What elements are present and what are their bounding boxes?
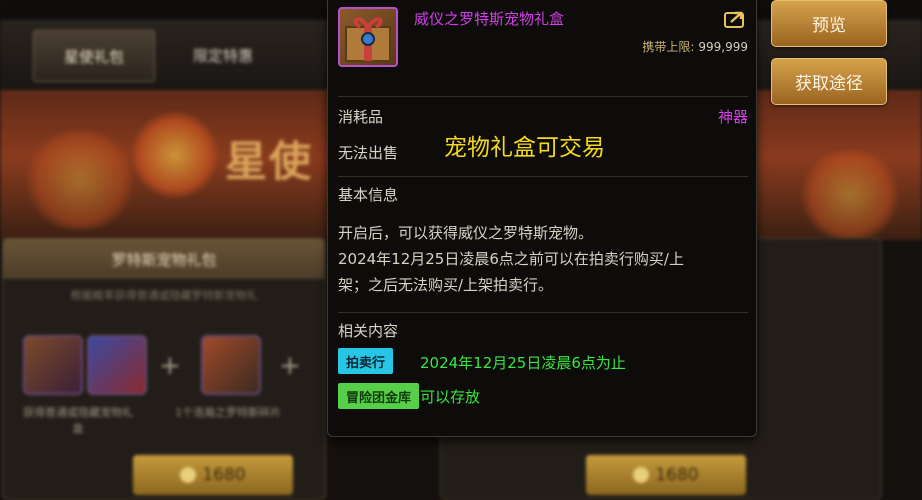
- item-type: 消耗品: [338, 108, 384, 126]
- right-banner: [755, 90, 922, 240]
- price-value: 1680: [655, 465, 699, 485]
- description-line: 开启后，可以获得威仪之罗特斯宠物。: [338, 224, 594, 242]
- tradable-note: 宠物礼盒可交易: [444, 135, 605, 161]
- pet-icon[interactable]: [87, 335, 147, 395]
- item-name: 威仪之罗特斯宠物礼盒: [414, 10, 565, 28]
- price-button[interactable]: 1680: [133, 455, 293, 495]
- card-title: 罗特斯宠物礼包: [3, 239, 325, 279]
- divider: [338, 96, 748, 97]
- carry-limit-value: 999,999: [698, 40, 748, 54]
- obtain-method-button[interactable]: 获取途径: [771, 58, 887, 105]
- auction-tag: 拍卖行: [338, 348, 394, 374]
- price-value: 1680: [202, 465, 246, 485]
- preview-button[interactable]: 预览: [771, 0, 887, 47]
- sell-status: 无法出售: [338, 144, 399, 162]
- fragment-icon[interactable]: [201, 335, 261, 395]
- vault-tag: 冒险团金库: [338, 383, 420, 409]
- pack-card-left: 罗特斯宠物礼包 根据概率获得普通或隐藏罗特斯宠物礼 + + 获得普通或隐藏宠物礼…: [2, 238, 326, 500]
- plus-icon: +: [159, 351, 181, 381]
- plus-icon: +: [279, 351, 301, 381]
- auction-text: 2024年12月25日凌晨6点为止: [420, 354, 626, 372]
- basic-info-title: 基本信息: [338, 186, 399, 204]
- banner-title: 星使: [225, 137, 314, 186]
- carry-limit-label: 携带上限:: [642, 40, 695, 54]
- slot-caption: 1个浩瀚之罗特斯碎片: [175, 406, 281, 419]
- divider: [338, 312, 748, 313]
- coin-icon: [180, 467, 197, 483]
- vault-text: 可以存放: [420, 388, 481, 406]
- item-description: 开启后，可以获得威仪之罗特斯宠物。 2024年12月25日凌晨6点之前可以在拍卖…: [338, 220, 743, 298]
- description-line: 2024年12月25日凌晨6点之前可以在拍卖行购买/上: [338, 250, 684, 268]
- item-category: 神器: [717, 108, 748, 126]
- tab-star-gift[interactable]: 星使礼包: [33, 30, 155, 82]
- price-button[interactable]: 1680: [586, 455, 746, 495]
- related-title: 相关内容: [338, 322, 399, 340]
- tab-limited-offer[interactable]: 限定特惠: [163, 30, 283, 80]
- gift-box-icon: [338, 7, 398, 67]
- slot-caption: 获得普通或隐藏宠物礼盒: [23, 406, 133, 435]
- divider: [338, 176, 748, 177]
- card-subtitle: 根据概率获得普通或隐藏罗特斯宠物礼: [70, 289, 258, 302]
- description-line: 架；之后无法购买/上架拍卖行。: [338, 276, 554, 294]
- carry-limit: 携带上限: 999,999: [642, 38, 748, 55]
- coin-icon: [633, 467, 650, 483]
- gift-box-icon[interactable]: [23, 335, 83, 395]
- share-icon[interactable]: [724, 10, 746, 28]
- item-tooltip: 威仪之罗特斯宠物礼盒 携带上限: 999,999 消耗品 神器 无法出售 宠物礼盒…: [327, 0, 757, 437]
